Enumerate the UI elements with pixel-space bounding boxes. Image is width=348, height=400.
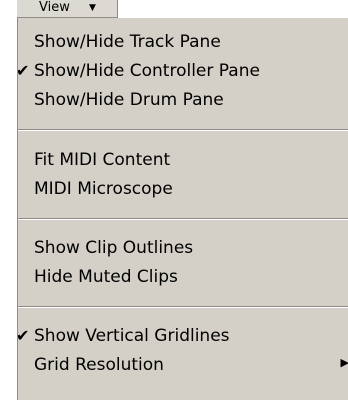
menu-item-label: Grid Resolution: [34, 355, 164, 375]
menu-separator: [18, 218, 348, 220]
view-menu-label: View: [39, 0, 70, 15]
menu-separator: [18, 306, 348, 308]
menu-item-label: MIDI Microscope: [34, 179, 173, 199]
view-dropdown-menu: Show/Hide Track Pane ✔ Show/Hide Control…: [16, 18, 348, 400]
menu-item-show-hide-drum-pane[interactable]: Show/Hide Drum Pane: [18, 82, 348, 118]
menu-item-label: Show/Hide Drum Pane: [34, 90, 224, 110]
menu-item-hide-muted-clips[interactable]: Hide Muted Clips: [18, 259, 348, 295]
menu-item-grid-resolution[interactable]: Grid Resolution ▶: [18, 347, 348, 383]
menu-item-midi-microscope[interactable]: MIDI Microscope: [18, 171, 348, 207]
menu-item-label: Hide Muted Clips: [34, 267, 178, 287]
menu-item-label: Fit MIDI Content: [34, 150, 171, 170]
checkmark-icon: ✔: [16, 326, 30, 345]
menu-item-label: Show Vertical Gridlines: [34, 326, 230, 346]
menu-item-label: Show Clip Outlines: [34, 238, 194, 258]
submenu-arrow-icon: ▶: [340, 356, 348, 369]
menu-item-label: Show/Hide Controller Pane: [34, 61, 260, 81]
view-menu-button[interactable]: View ▼: [17, 0, 118, 18]
menu-separator: [18, 129, 348, 131]
checkmark-icon: ✔: [16, 61, 30, 80]
chevron-down-icon: ▼: [89, 3, 96, 13]
menu-item-label: Show/Hide Track Pane: [34, 32, 221, 52]
